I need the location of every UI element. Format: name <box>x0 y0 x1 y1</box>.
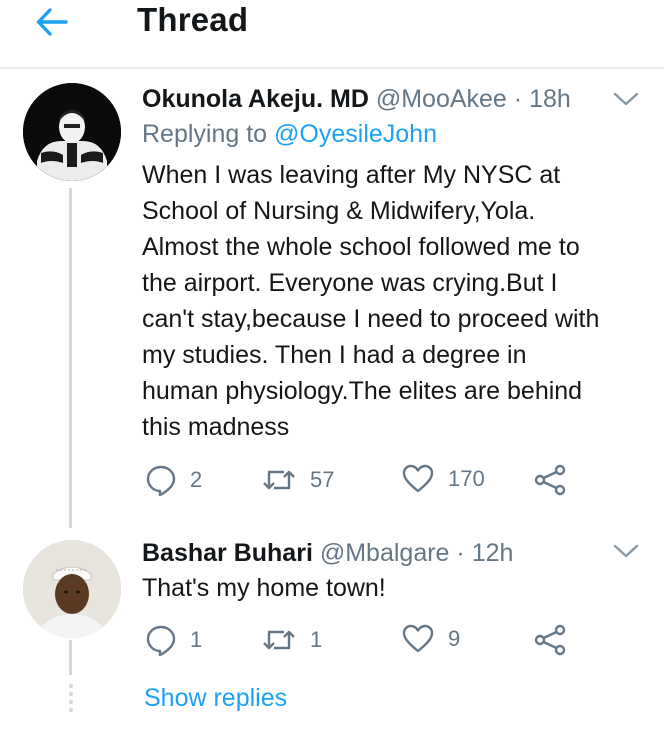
share-icon <box>534 624 566 656</box>
tweet-actions: 1 1 9 <box>142 624 582 658</box>
tweet-author-row: Bashar Buhari @Mbalgare · 12h <box>142 538 513 568</box>
user-handle[interactable]: @Mbalgare <box>320 539 450 567</box>
like-count: 9 <box>448 626 461 651</box>
chevron-down-icon[interactable] <box>612 541 640 561</box>
chevron-down-icon[interactable] <box>612 89 640 109</box>
tweet-text-line: When I was leaving after My NYSC at <box>142 161 561 189</box>
back-button[interactable] <box>30 4 74 44</box>
share-button[interactable] <box>534 624 566 656</box>
tweet-text-line: the airport. Everyone was crying.But I <box>142 269 558 297</box>
display-name[interactable]: Bashar Buhari <box>142 539 313 567</box>
reply-icon <box>146 624 176 656</box>
like-icon <box>402 464 434 494</box>
reply-button[interactable]: 2 <box>146 464 202 496</box>
avatar[interactable] <box>23 83 121 181</box>
tweet-actions: 2 57 170 <box>142 464 582 498</box>
tweet-text-line: Almost the whole school followed me to <box>142 233 580 261</box>
avatar[interactable] <box>23 540 121 638</box>
separator-dot: · <box>456 539 465 567</box>
retweet-count: 1 <box>310 627 323 652</box>
retweet-button[interactable]: 1 <box>262 624 322 656</box>
header-divider <box>0 67 664 69</box>
share-button[interactable] <box>534 464 566 496</box>
separator-dot: · <box>513 85 523 113</box>
retweet-icon <box>262 624 296 656</box>
tweet-timestamp[interactable]: 12h <box>472 539 514 567</box>
retweet-count: 57 <box>310 467 335 492</box>
like-icon <box>402 624 434 654</box>
replying-to-mention[interactable]: @OyesileJohn <box>274 120 437 148</box>
reply-button[interactable]: 1 <box>146 624 202 656</box>
tweet-text-line: this madness <box>142 413 290 441</box>
reply-count: 2 <box>190 467 203 492</box>
replying-to-label: Replying to <box>142 120 268 148</box>
arrow-left-icon <box>35 7 69 42</box>
tweet-text-line: That's my home town! <box>142 574 386 602</box>
tweet-text: When I was leaving after My NYSC at Scho… <box>142 157 599 445</box>
thread-connector-line <box>69 640 72 675</box>
tweet-text-line: my studies. Then I had a degree in <box>142 341 527 369</box>
like-button[interactable]: 170 <box>402 464 485 494</box>
share-icon <box>534 464 566 496</box>
tweet-text-line: School of Nursing & Midwifery,Yola. <box>142 197 536 225</box>
tweet-timestamp[interactable]: 18h <box>529 85 571 113</box>
reply-count: 1 <box>190 627 203 652</box>
show-replies-link[interactable]: Show replies <box>144 680 287 716</box>
retweet-button[interactable]: 57 <box>262 464 334 496</box>
like-count: 170 <box>448 466 485 491</box>
tweet-author-row: Okunola Akeju. MD @MooAkee · 18h <box>142 84 571 114</box>
user-handle[interactable]: @MooAkee <box>376 85 507 113</box>
page-title: Thread <box>137 1 249 38</box>
tweet-text: That's my home town! <box>142 570 386 606</box>
tweet-text-line: human physiology.The elites are behind <box>142 377 583 405</box>
thread-dots <box>68 684 74 716</box>
like-button[interactable]: 9 <box>402 624 460 654</box>
display-name[interactable]: Okunola Akeju. MD <box>142 85 369 113</box>
replying-to: Replying to @OyesileJohn <box>142 119 437 149</box>
thread-header: Thread <box>0 0 664 62</box>
thread-connector-line <box>69 188 72 528</box>
tweet-text-line: can't stay,because I need to proceed wit… <box>142 305 600 333</box>
retweet-icon <box>262 464 296 496</box>
reply-icon <box>146 464 176 496</box>
